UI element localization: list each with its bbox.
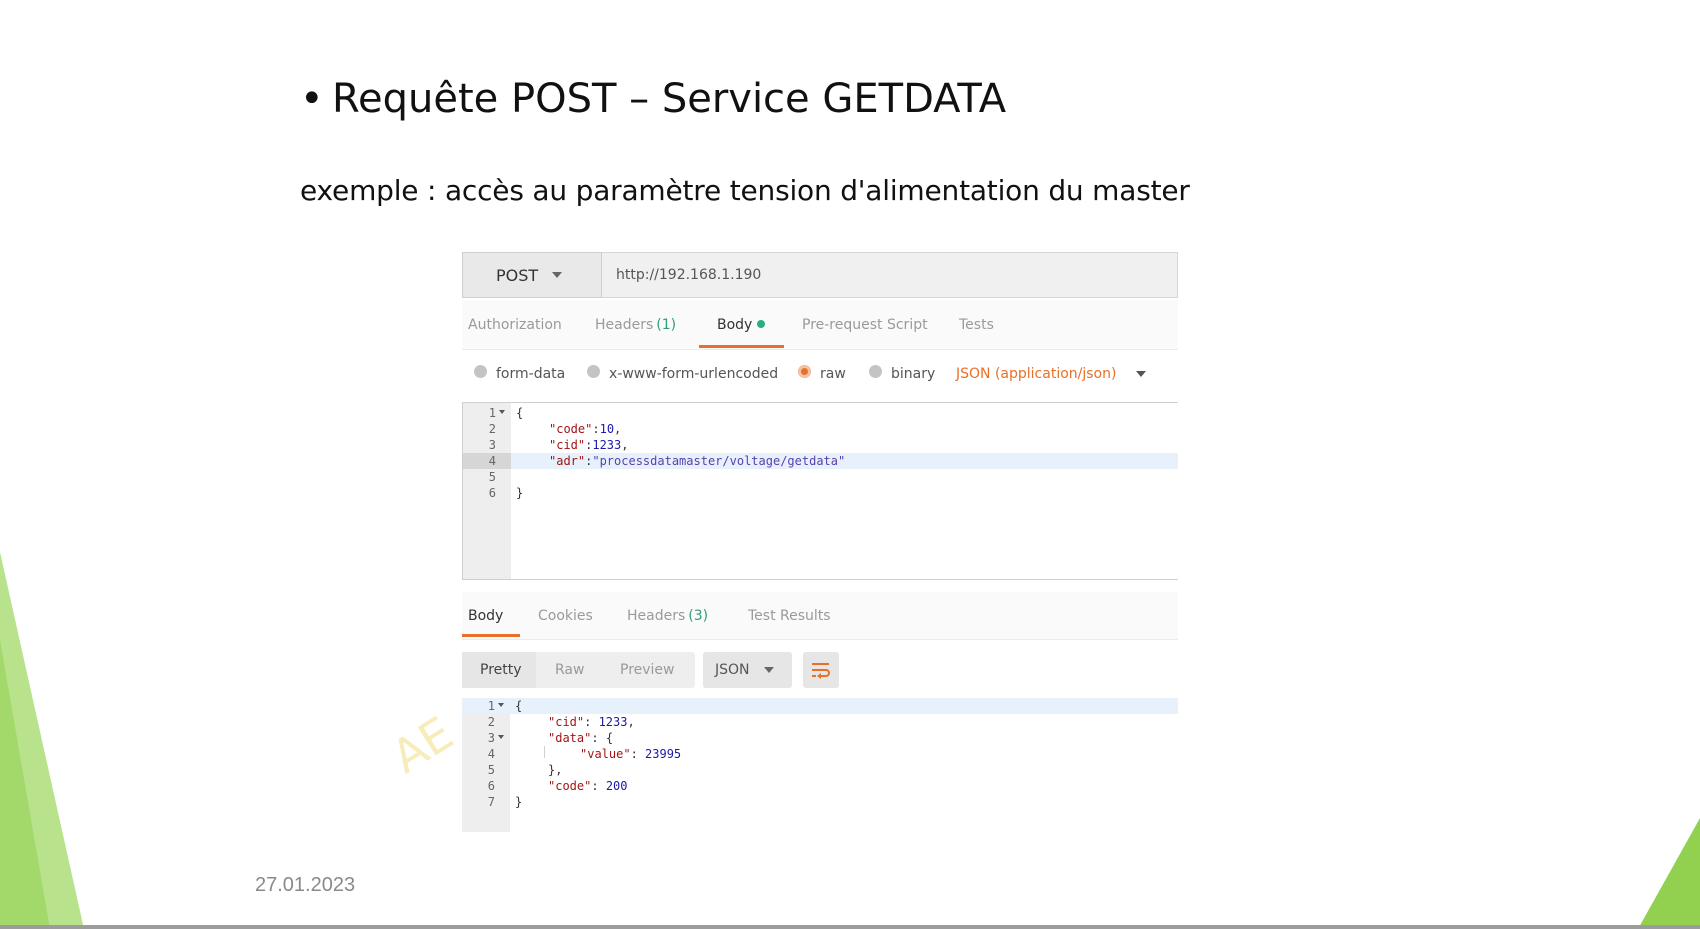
title-bullet: •	[300, 76, 324, 122]
headers-count: (3)	[688, 608, 709, 624]
tab-headers[interactable]: Headers (1)	[595, 300, 676, 350]
tab-test-results[interactable]: Test Results	[748, 592, 831, 640]
request-tabs: Authorization Headers (1) Body Pre-reques…	[462, 300, 1178, 350]
code-line-highlighted: 1 {	[462, 698, 1178, 714]
code-line: 5 },	[487, 763, 563, 777]
view-mode-group: Pretty Raw Preview	[462, 652, 695, 688]
tab-cookies[interactable]: Cookies	[538, 592, 593, 640]
response-toolbar: Pretty Raw Preview JSON	[462, 652, 1178, 688]
tab-tests[interactable]: Tests	[959, 300, 994, 350]
chevron-down-icon	[1136, 371, 1147, 377]
method-select[interactable]: POST	[462, 252, 602, 298]
response-body-viewer[interactable]: 1 { 2 "cid": 1233, 3 "data": { 4 "value"…	[462, 698, 1178, 832]
radio-icon	[587, 364, 600, 378]
tab-response-headers[interactable]: Headers (3)	[627, 592, 708, 640]
request-body-editor[interactable]: 1 { 2 "code":10, 3 "cid":1233, 4 "adr":"…	[462, 402, 1178, 580]
response-tabs: Body Cookies Headers (3) Test Results	[462, 592, 1178, 640]
radio-form-data[interactable]: form-data	[474, 352, 565, 396]
code-line: 1 {	[488, 406, 524, 420]
headers-count: (1)	[656, 317, 677, 333]
radio-checked-icon	[798, 364, 811, 378]
body-type-options: form-data x-www-form-urlencoded raw bina…	[462, 352, 1178, 396]
active-tab-indicator	[462, 634, 520, 637]
fold-arrow-icon[interactable]	[499, 410, 505, 414]
radio-binary[interactable]: binary	[869, 352, 935, 396]
code-line-highlighted: 4 "adr":"processdatamaster/voltage/getda…	[463, 453, 1178, 469]
tab-pre-request-script[interactable]: Pre-request Script	[802, 300, 928, 350]
method-label: POST	[496, 265, 539, 285]
view-preview-button[interactable]: Preview	[620, 652, 675, 688]
code-line: 6 }	[488, 486, 524, 500]
tab-authorization[interactable]: Authorization	[468, 300, 562, 350]
slide-date: 27.01.2023	[255, 874, 356, 896]
slide-title: • Requête POST – Service GETDATA	[300, 76, 1006, 122]
code-line: 6 "code": 200	[487, 779, 628, 793]
url-input[interactable]: http://192.168.1.190	[602, 252, 1178, 298]
radio-icon	[474, 364, 487, 378]
postman-screenshot: POST http://192.168.1.190 Authorization …	[462, 252, 1178, 832]
tab-response-body[interactable]: Body	[468, 592, 503, 640]
slide-subtitle: exemple : accès au paramètre tension d'a…	[300, 174, 1190, 207]
code-line: 5	[488, 470, 496, 484]
language-select[interactable]: JSON	[703, 652, 792, 688]
code-line: 7 }	[487, 795, 523, 809]
status-dot-icon	[757, 320, 766, 328]
wrap-lines-button[interactable]	[803, 652, 839, 688]
code-line: 3 "cid":1233,	[488, 438, 629, 452]
chevron-down-icon	[552, 272, 563, 278]
chevron-down-icon	[763, 667, 774, 673]
wrap-lines-icon	[812, 663, 830, 679]
green-triangle-right	[1638, 818, 1700, 929]
fold-arrow-icon[interactable]	[498, 735, 504, 739]
title-text: Requête POST – Service GETDATA	[332, 76, 1007, 122]
tab-body[interactable]: Body	[717, 300, 766, 350]
request-bar: POST http://192.168.1.190	[462, 252, 1178, 298]
view-pretty-button[interactable]: Pretty	[462, 652, 536, 688]
code-line: 4 "value": 23995	[487, 747, 682, 761]
code-line: 2 "code":10,	[488, 422, 622, 436]
code-line: 2 "cid": 1233,	[487, 715, 635, 729]
radio-raw[interactable]: raw	[798, 352, 846, 396]
fold-arrow-icon[interactable]	[498, 703, 504, 707]
radio-x-www-form-urlencoded[interactable]: x-www-form-urlencoded	[587, 352, 778, 396]
content-type-select[interactable]: JSON (application/json)	[956, 352, 1147, 396]
active-tab-indicator	[699, 345, 784, 348]
view-raw-button[interactable]: Raw	[555, 652, 584, 688]
code-line: 3 "data": {	[487, 731, 614, 745]
slide-bottom-border	[0, 925, 1700, 929]
radio-icon	[869, 364, 882, 378]
